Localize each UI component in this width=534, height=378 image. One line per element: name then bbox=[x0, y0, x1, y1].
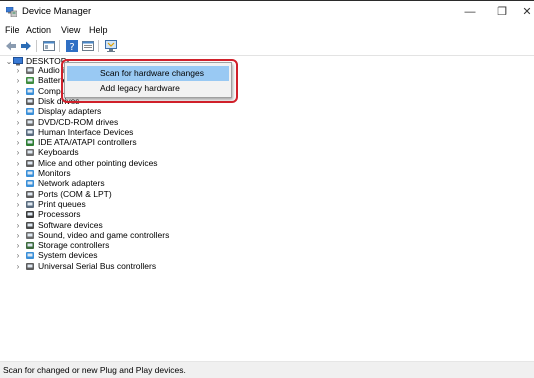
printer-icon bbox=[26, 200, 34, 208]
battery-icon bbox=[26, 77, 34, 85]
window-title: Device Manager bbox=[22, 6, 92, 17]
monitor-icon[interactable] bbox=[104, 39, 118, 53]
device-manager-icon bbox=[6, 7, 17, 17]
computer-icon bbox=[26, 87, 34, 95]
network-adapter-icon bbox=[26, 180, 34, 188]
status-bar: Scan for changed or new Plug and Play de… bbox=[0, 361, 534, 378]
processor-icon bbox=[26, 211, 34, 219]
mouse-icon bbox=[26, 159, 34, 167]
storage-controller-icon bbox=[26, 242, 34, 250]
sound-controller-icon bbox=[26, 231, 34, 239]
status-text: Scan for changed or new Plug and Play de… bbox=[3, 365, 186, 375]
tree-item-label: Universal Serial Bus controllers bbox=[38, 260, 157, 271]
usb-icon bbox=[26, 262, 34, 270]
title-bar[interactable]: Device Manager — ❐ ✕ bbox=[0, 1, 534, 22]
toolbar-separator bbox=[59, 40, 60, 52]
keyboard-icon bbox=[26, 149, 34, 157]
dvd-drive-icon bbox=[26, 118, 34, 126]
menu-view[interactable]: View bbox=[61, 25, 80, 35]
menu-help[interactable]: Help bbox=[89, 25, 108, 35]
toolbar-separator bbox=[98, 40, 99, 52]
minimize-button[interactable]: — bbox=[455, 3, 485, 21]
display-adapter-icon bbox=[26, 108, 34, 116]
software-device-icon bbox=[26, 221, 34, 229]
menu-file[interactable]: File bbox=[5, 25, 20, 35]
back-arrow-icon[interactable] bbox=[4, 39, 18, 53]
port-icon bbox=[26, 190, 34, 198]
hid-icon bbox=[26, 128, 34, 136]
forward-arrow-icon[interactable] bbox=[19, 39, 33, 53]
expand-chevron-icon[interactable]: › bbox=[14, 261, 22, 272]
system-device-icon bbox=[26, 252, 34, 260]
menu-bar: File Action View Help bbox=[0, 22, 534, 38]
annotation-highlight bbox=[61, 59, 238, 103]
close-button[interactable]: ✕ bbox=[512, 3, 534, 21]
disk-drive-icon bbox=[26, 97, 34, 105]
toolbar-separator bbox=[36, 40, 37, 52]
speaker-icon bbox=[26, 67, 34, 74]
show-hide-console-tree-icon[interactable] bbox=[42, 39, 56, 53]
monitor-icon bbox=[26, 170, 34, 177]
toolbar: ? bbox=[0, 38, 534, 56]
help-icon[interactable]: ? bbox=[65, 39, 79, 53]
properties-icon[interactable] bbox=[81, 39, 95, 53]
svg-text:?: ? bbox=[69, 42, 74, 53]
menu-action[interactable]: Action bbox=[26, 25, 51, 35]
tree-item[interactable]: › Universal Serial Bus controllers bbox=[0, 261, 260, 272]
ide-controller-icon bbox=[26, 139, 34, 147]
